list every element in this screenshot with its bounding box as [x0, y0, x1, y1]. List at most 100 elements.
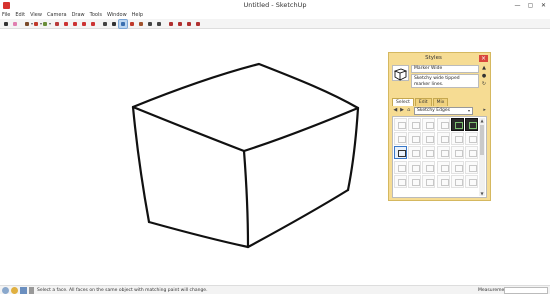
style-thumbnail[interactable] — [436, 174, 450, 188]
lock-icon[interactable]: ▲ — [481, 65, 487, 71]
style-thumbnail[interactable] — [450, 118, 464, 131]
layout-tool-icon[interactable] — [185, 20, 193, 28]
menu-file[interactable]: File — [2, 11, 10, 19]
style-thumbnail[interactable] — [450, 160, 464, 174]
style-thumbnail[interactable] — [436, 146, 450, 160]
extension-manager-tool-icon[interactable] — [194, 20, 202, 28]
style-thumbnail[interactable] — [464, 146, 478, 160]
style-thumbnail[interactable] — [450, 132, 464, 146]
menu-tools[interactable]: Tools — [90, 11, 102, 19]
style-thumbnail[interactable] — [464, 174, 478, 188]
select-tool-icon[interactable] — [2, 20, 10, 28]
style-thumbnail[interactable] — [450, 174, 464, 188]
info-icon[interactable] — [29, 287, 34, 294]
tab-edit[interactable]: Edit — [414, 98, 432, 106]
style-name-field[interactable]: Marker Wide — [411, 65, 479, 73]
styles-tabs: Select Edit Mix — [392, 98, 449, 106]
tab-select[interactable]: Select — [392, 98, 414, 106]
forward-icon[interactable]: ▶ — [399, 107, 406, 114]
paint-tool-icon[interactable] — [118, 18, 128, 29]
style-thumbnail[interactable] — [394, 146, 407, 160]
style-thumbnail[interactable] — [450, 146, 464, 160]
style-thumbnail[interactable] — [394, 160, 407, 174]
menu-help[interactable]: Help — [132, 11, 143, 19]
styles-panel-close-button[interactable]: × — [479, 55, 488, 62]
styles-panel: Styles × Marker Wide Sketchy wide tipped… — [388, 52, 491, 201]
style-thumbnail[interactable] — [394, 174, 407, 188]
create-style-icon[interactable]: ● — [481, 73, 487, 79]
status-bar: Select a face. All faces on the same obj… — [0, 285, 550, 294]
style-preview-box-icon — [393, 68, 408, 81]
style-thumbnail[interactable] — [408, 174, 422, 188]
style-thumbnail[interactable] — [436, 160, 450, 174]
move-tool-icon[interactable] — [71, 20, 79, 28]
drawing-canvas[interactable]: Styles × Marker Wide Sketchy wide tipped… — [0, 30, 550, 285]
back-icon[interactable]: ◀ — [392, 107, 399, 114]
details-icon[interactable]: ▸ — [481, 107, 488, 114]
extension-warehouse-tool-icon[interactable] — [176, 20, 184, 28]
scroll-down-icon[interactable]: ▼ — [479, 191, 485, 196]
style-thumbnail[interactable] — [394, 132, 407, 146]
tape-tool-icon[interactable] — [101, 20, 109, 28]
style-thumbnail[interactable] — [436, 118, 450, 131]
minimize-button[interactable]: — — [512, 1, 523, 10]
style-thumbnail[interactable] — [408, 132, 422, 146]
tab-mix[interactable]: Mix — [432, 98, 449, 106]
box-bottom-left-edge — [147, 220, 250, 249]
style-thumbnail[interactable] — [408, 118, 422, 131]
menu-draw[interactable]: Draw — [72, 11, 85, 19]
arc-tool-icon[interactable] — [32, 20, 42, 28]
zoom-extents-tool-icon[interactable] — [155, 20, 163, 28]
update-style-icon[interactable]: ↻ — [481, 81, 487, 87]
style-thumbnail[interactable] — [422, 132, 436, 146]
box-front-vertical-edge — [242, 149, 250, 249]
warehouse-tool-icon[interactable] — [167, 20, 175, 28]
line-tool-icon[interactable] — [23, 20, 33, 28]
menu-window[interactable]: Window — [107, 11, 127, 19]
scale-tool-icon[interactable] — [89, 20, 97, 28]
credits-icon[interactable] — [11, 287, 18, 294]
close-button[interactable]: ✕ — [538, 1, 549, 10]
geo-location-icon[interactable] — [2, 287, 9, 294]
styles-thumbnail-area: ▲ ▼ — [392, 116, 487, 198]
menu-camera[interactable]: Camera — [47, 11, 67, 19]
style-thumbnail[interactable] — [464, 132, 478, 146]
measurements-input[interactable] — [504, 287, 548, 294]
box-top-edges — [131, 62, 360, 153]
style-thumbnail[interactable] — [422, 146, 436, 160]
home-icon[interactable]: ⌂ — [405, 107, 412, 114]
pushpull-tool-icon[interactable] — [53, 20, 61, 28]
offset-tool-icon[interactable] — [62, 20, 70, 28]
orbit-tool-icon[interactable] — [128, 20, 136, 28]
styles-panel-header: Styles × — [389, 53, 490, 64]
style-preview-thumbnail — [392, 65, 409, 81]
window-title: Untitled - SketchUp — [243, 1, 307, 9]
style-thumbnail[interactable] — [394, 118, 407, 131]
style-thumbnail[interactable] — [408, 160, 422, 174]
status-message: Select a face. All faces on the same obj… — [37, 288, 208, 293]
text-tool-icon[interactable] — [110, 20, 118, 28]
maximize-button[interactable]: ▢ — [525, 1, 536, 10]
scroll-thumb[interactable] — [480, 125, 484, 155]
style-thumbnail[interactable] — [422, 118, 436, 131]
menu-bar: File Edit View Camera Draw Tools Window Help — [0, 11, 550, 19]
collection-dropdown[interactable]: Sketchy Edges — [414, 106, 474, 115]
scroll-up-icon[interactable]: ▲ — [479, 118, 485, 123]
eraser-tool-icon[interactable] — [11, 20, 19, 28]
style-thumbnail[interactable] — [408, 146, 422, 160]
style-thumbnail[interactable] — [436, 132, 450, 146]
style-thumbnail[interactable] — [422, 160, 436, 174]
style-thumbnail[interactable] — [464, 118, 478, 131]
shape-tool-icon[interactable] — [41, 20, 51, 28]
style-thumbnail[interactable] — [422, 174, 436, 188]
zoom-tool-icon[interactable] — [146, 20, 154, 28]
pan-tool-icon[interactable] — [137, 20, 145, 28]
style-description-field[interactable]: Sketchy wide tipped marker lines. — [411, 74, 479, 88]
menu-view[interactable]: View — [30, 11, 42, 19]
main-toolbar — [0, 18, 550, 29]
style-thumbnail[interactable] — [464, 160, 478, 174]
user-icon[interactable] — [20, 287, 27, 294]
thumbnail-scrollbar[interactable]: ▲ ▼ — [479, 118, 485, 196]
menu-edit[interactable]: Edit — [15, 11, 25, 19]
rotate-tool-icon[interactable] — [80, 20, 88, 28]
